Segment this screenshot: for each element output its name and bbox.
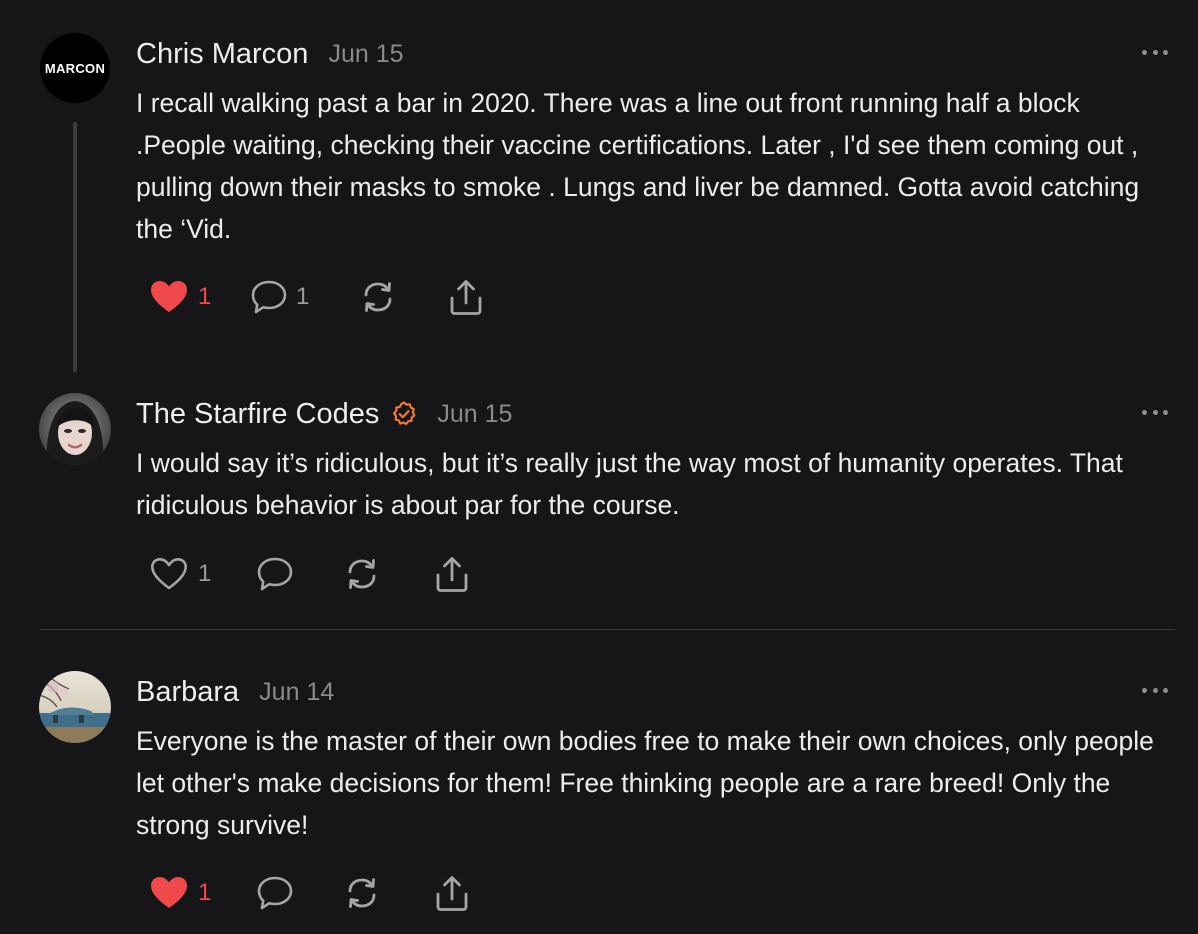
- avatar[interactable]: [39, 393, 111, 465]
- restack-icon: [342, 554, 382, 594]
- share-icon: [448, 278, 484, 316]
- more-options-button[interactable]: [1142, 685, 1168, 695]
- comment-bubble-icon: [250, 279, 288, 315]
- like-count: 1: [198, 560, 212, 587]
- author-name[interactable]: Chris Marcon: [136, 38, 308, 71]
- comment-header: Barbara Jun 14: [136, 672, 334, 712]
- comment-date[interactable]: Jun 14: [259, 678, 334, 707]
- share-button[interactable]: [434, 554, 470, 594]
- thread-line: [73, 122, 77, 372]
- restack-button[interactable]: [342, 873, 382, 913]
- like-button[interactable]: 1: [150, 554, 211, 594]
- reply-button[interactable]: [256, 554, 294, 594]
- heart-filled-icon: [150, 876, 188, 910]
- ellipsis-icon: [1142, 687, 1147, 693]
- share-icon: [434, 555, 470, 593]
- share-icon: [434, 874, 470, 912]
- like-button[interactable]: 1: [150, 277, 211, 317]
- avatar[interactable]: [39, 671, 111, 743]
- ellipsis-icon: [1142, 49, 1147, 55]
- ellipsis-icon: [1142, 409, 1147, 415]
- restack-icon: [358, 277, 398, 317]
- comment-bubble-icon: [256, 875, 294, 911]
- heart-outline-icon: [150, 557, 188, 591]
- reply-button[interactable]: 1: [250, 277, 309, 317]
- more-options-button[interactable]: [1142, 47, 1168, 57]
- comment-body: I recall walking past a bar in 2020. The…: [136, 88, 1140, 244]
- share-button[interactable]: [434, 873, 470, 913]
- restack-icon: [342, 873, 382, 913]
- verified-badge-icon: [391, 401, 417, 427]
- comment-date[interactable]: Jun 15: [437, 400, 512, 429]
- restack-button[interactable]: [358, 277, 398, 317]
- reply-count: 1: [296, 283, 310, 310]
- avatar[interactable]: MARCON: [40, 33, 110, 103]
- reply-button[interactable]: [256, 873, 294, 913]
- comment-divider: [40, 629, 1175, 630]
- comment-bubble-icon: [256, 556, 294, 592]
- avatar-logo-text: MARCON: [44, 60, 106, 76]
- author-name[interactable]: Barbara: [136, 676, 239, 709]
- share-button[interactable]: [448, 277, 484, 317]
- more-options-button[interactable]: [1142, 407, 1168, 417]
- restack-button[interactable]: [342, 554, 382, 594]
- comment-header: The Starfire Codes Jun 15: [136, 394, 512, 434]
- like-button[interactable]: 1: [150, 873, 211, 913]
- comment-body: I would say it’s ridiculous, but it’s re…: [136, 448, 1123, 520]
- comment-body: Everyone is the master of their own bodi…: [136, 726, 1154, 840]
- comment-date[interactable]: Jun 15: [328, 40, 403, 69]
- comment-header: Chris Marcon Jun 15: [136, 34, 404, 74]
- like-count: 1: [198, 283, 212, 310]
- author-name[interactable]: The Starfire Codes: [136, 398, 379, 431]
- heart-filled-icon: [150, 280, 188, 314]
- like-count: 1: [198, 879, 212, 906]
